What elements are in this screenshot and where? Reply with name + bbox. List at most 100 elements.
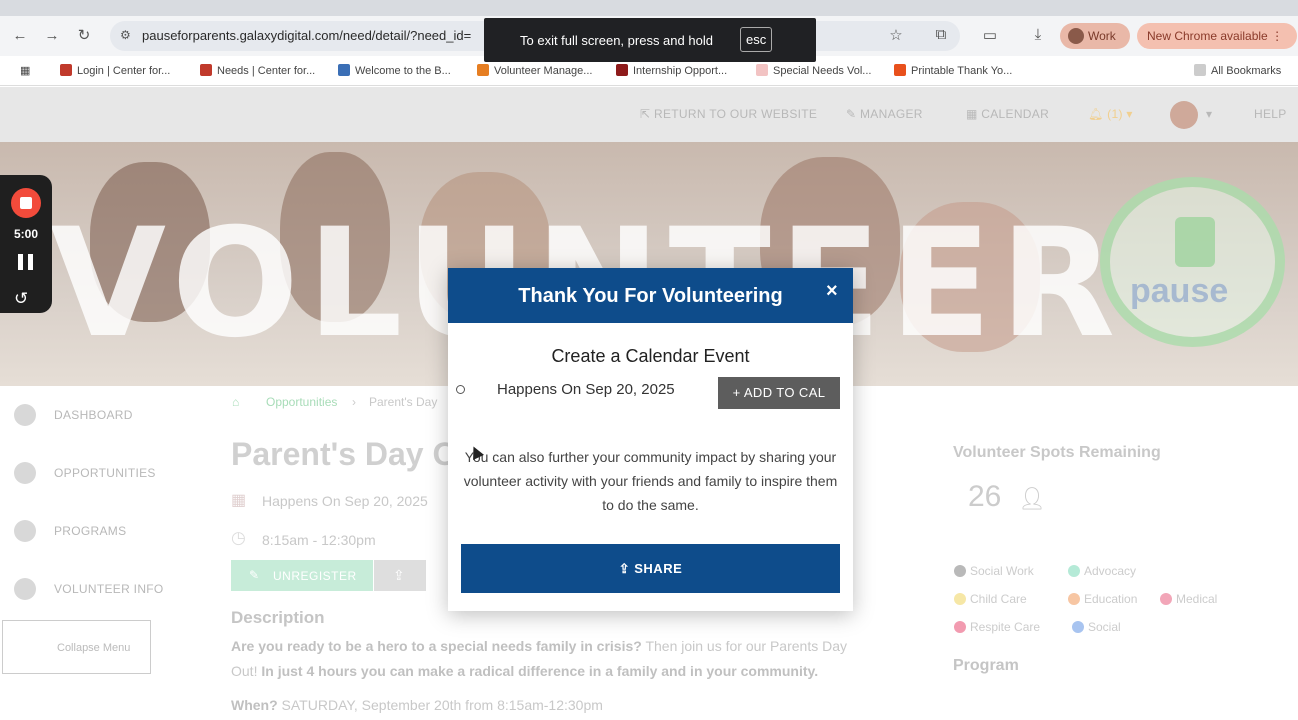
event-radio[interactable] <box>456 385 465 394</box>
bookmark-favicon-icon <box>477 64 489 76</box>
megaphone-icon <box>14 578 36 600</box>
bookmark-item[interactable]: Volunteer Manage... <box>477 64 592 77</box>
description-line-2: Out! In just 4 hours you can make a radi… <box>231 663 819 679</box>
spots-label: Volunteer Spots Remaining <box>953 444 1161 461</box>
avatar <box>1068 28 1084 44</box>
add-to-calendar-button[interactable]: + ADD TO CAL <box>718 377 840 409</box>
programs-icon <box>14 520 36 542</box>
bookmark-favicon-icon <box>616 64 628 76</box>
download-icon[interactable]: ⤓ <box>1028 26 1048 43</box>
tag-education[interactable]: Education <box>1068 592 1137 606</box>
event-time: 8:15am - 12:30pm <box>262 532 376 548</box>
browser-tab-strip <box>0 0 1298 16</box>
breadcrumb-separator: › <box>352 395 356 409</box>
reload-icon[interactable]: ↻ <box>74 26 94 46</box>
tag-icon <box>1068 565 1080 577</box>
bookmark-item[interactable]: Needs | Center for... <box>200 64 315 77</box>
url-text: pauseforparents.galaxydigital.com/need/d… <box>142 28 472 43</box>
bookmark-favicon-icon <box>338 64 350 76</box>
profile-button[interactable]: Work <box>1060 23 1130 49</box>
page-title: Parent's Day O <box>231 436 458 472</box>
share-icon: ⇪ <box>618 561 635 576</box>
tag-icon <box>954 565 966 577</box>
screen-recorder-widget: 5:00 ↺ <box>0 175 52 313</box>
tag-icon <box>1160 593 1172 605</box>
sidebar-item-opportunities[interactable]: OPPORTUNITIES <box>0 453 216 493</box>
nav-manager[interactable]: ✎ MANAGER <box>846 107 923 121</box>
close-icon[interactable]: × <box>826 280 838 303</box>
modal-header: Thank You For Volunteering × <box>448 268 853 323</box>
bookmark-item[interactable]: Special Needs Vol... <box>756 64 871 77</box>
site-info-icon[interactable]: ⚙ <box>120 28 131 42</box>
person-icon: 👤︎ <box>1018 486 1046 511</box>
sidebar-item-dashboard[interactable]: DASHBOARD <box>0 395 216 435</box>
more-menu-icon[interactable]: ⋮ <box>1271 29 1283 43</box>
toast-text: To exit full screen, press and hold <box>520 33 713 48</box>
pause-logo: pause <box>1100 177 1285 347</box>
bookmark-item[interactable]: Welcome to the B... <box>338 64 451 77</box>
bookmark-item[interactable]: Login | Center for... <box>60 64 170 77</box>
when-line: When? SATURDAY, September 20th from 8:15… <box>231 697 603 713</box>
tag-respite-care[interactable]: Respite Care <box>954 620 1040 634</box>
tag-child-care[interactable]: Child Care <box>954 592 1027 606</box>
site-nav: ⇱ RETURN TO OUR WEBSITE ✎ MANAGER ▦ CALE… <box>0 87 1298 142</box>
spots-count: 26 <box>968 480 1002 513</box>
sidebar-item-programs[interactable]: PROGRAMS <box>0 511 216 551</box>
breadcrumb-current: Parent's Day <box>369 395 438 409</box>
nav-help[interactable]: HELP <box>1254 107 1287 121</box>
check-icon <box>14 462 36 484</box>
fullscreen-toast: To exit full screen, press and hold esc <box>484 18 816 62</box>
forward-icon[interactable]: → <box>42 26 62 46</box>
thank-you-modal: Thank You For Volunteering × Create a Ca… <box>448 268 853 611</box>
description-line-1: Are you ready to be a hero to a special … <box>231 638 847 654</box>
pause-icon <box>1175 217 1215 267</box>
event-date: Happens On Sep 20, 2025 <box>262 493 428 509</box>
unregister-button[interactable]: ✎ UNREGISTER <box>231 560 373 591</box>
extensions-icon[interactable]: ⧉ <box>931 26 951 43</box>
tag-icon <box>954 593 966 605</box>
folder-icon <box>1194 64 1206 76</box>
tag-social[interactable]: Social <box>1072 620 1121 634</box>
tag-advocacy[interactable]: Advocacy <box>1068 564 1136 578</box>
nav-calendar[interactable]: ▦ CALENDAR <box>966 107 1049 121</box>
user-avatar[interactable] <box>1170 101 1198 129</box>
apps-icon[interactable]: ▦ <box>20 64 30 77</box>
update-chrome-button[interactable]: New Chrome available ⋮ <box>1137 23 1297 49</box>
breadcrumb-opportunities[interactable]: Opportunities <box>266 395 337 409</box>
collapse-menu-button[interactable]: Collapse Menu <box>2 620 151 674</box>
bookmark-star-icon[interactable]: ☆ <box>886 26 906 44</box>
home-breadcrumb-icon[interactable]: ⌂ <box>232 395 239 409</box>
pause-recording-button[interactable] <box>18 254 34 270</box>
tag-icon <box>954 621 966 633</box>
sidebar-item-volunteer-info[interactable]: VOLUNTEER INFO <box>0 569 216 609</box>
esc-key-label: esc <box>740 27 773 52</box>
nav-return-website[interactable]: ⇱ RETURN TO OUR WEBSITE <box>640 107 817 121</box>
program-heading: Program <box>953 657 1019 674</box>
bookmark-favicon-icon <box>756 64 768 76</box>
bookmark-favicon-icon <box>894 64 906 76</box>
cast-icon[interactable]: ▭ <box>980 26 1000 44</box>
chevron-down-icon[interactable]: ▾ <box>1206 107 1212 121</box>
share-icon: ⇪ <box>393 567 405 583</box>
calendar-event-heading: Create a Calendar Event <box>551 346 750 366</box>
share-button[interactable]: ⇪ SHARE <box>461 544 840 593</box>
impact-text: You can also further your community impa… <box>463 449 838 513</box>
nav-alerts[interactable]: 🔔︎ (1) ▾ <box>1088 107 1133 121</box>
event-date-label: Happens On Sep 20, 2025 <box>497 381 675 398</box>
bookmark-item[interactable]: Internship Opport... <box>616 64 727 77</box>
share-mini-button[interactable]: ⇪ <box>374 560 426 591</box>
clock-icon: ◷ <box>231 528 246 547</box>
calendar-icon: ▦ <box>231 492 247 509</box>
stop-icon <box>20 197 32 209</box>
modal-title: Thank You For Volunteering <box>518 285 783 307</box>
tag-social-work[interactable]: Social Work <box>954 564 1034 578</box>
stop-recording-button[interactable] <box>11 188 41 218</box>
back-icon[interactable]: ← <box>10 26 30 46</box>
bookmark-item[interactable]: Printable Thank Yo... <box>894 64 1012 77</box>
profile-label: Work <box>1088 29 1116 43</box>
logo-word: pause <box>1130 272 1229 310</box>
all-bookmarks[interactable]: All Bookmarks <box>1194 64 1281 77</box>
tag-medical[interactable]: Medical <box>1160 592 1217 606</box>
edit-icon: ✎ <box>249 568 260 582</box>
restart-icon[interactable]: ↺ <box>14 289 28 309</box>
